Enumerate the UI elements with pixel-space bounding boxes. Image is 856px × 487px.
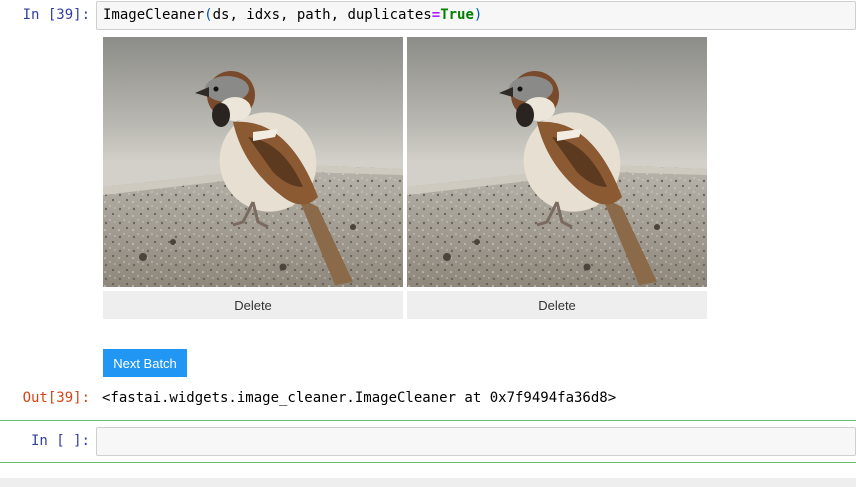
- delete-button-1[interactable]: Delete: [103, 291, 403, 319]
- selected-cell-top-border: [0, 420, 856, 421]
- code-close-paren: ): [473, 7, 483, 23]
- sparrow-photo-icon: [103, 37, 403, 287]
- duplicate-image-1: [103, 37, 403, 287]
- output-repr-text: <fastai.widgets.image_cleaner.ImageClean…: [102, 390, 617, 406]
- code-equals: =: [431, 7, 441, 23]
- duplicate-image-2: [407, 37, 707, 287]
- delete-button-2[interactable]: Delete: [407, 291, 707, 319]
- next-batch-button[interactable]: Next Batch: [103, 349, 187, 377]
- empty-code-cell-input[interactable]: [96, 427, 856, 456]
- code-func: ImageCleaner: [103, 7, 205, 23]
- horizontal-scrollbar[interactable]: [0, 478, 856, 487]
- input-prompt-39: In [39]:: [22, 7, 90, 23]
- code-line: ImageCleaner(ds, idxs, path, duplicates=…: [103, 7, 482, 24]
- selected-cell-bottom-border: [0, 462, 856, 463]
- code-open-paren: (: [204, 7, 213, 23]
- code-keyword-true: True: [440, 7, 474, 23]
- sparrow-photo-icon: [407, 37, 707, 287]
- code-cell-input[interactable]: ImageCleaner(ds, idxs, path, duplicates=…: [96, 1, 856, 30]
- code-args: ds, idxs, path, duplicates: [212, 7, 432, 23]
- input-prompt-empty: In [ ]:: [30, 433, 90, 449]
- output-prompt-39: Out[39]:: [22, 390, 90, 406]
